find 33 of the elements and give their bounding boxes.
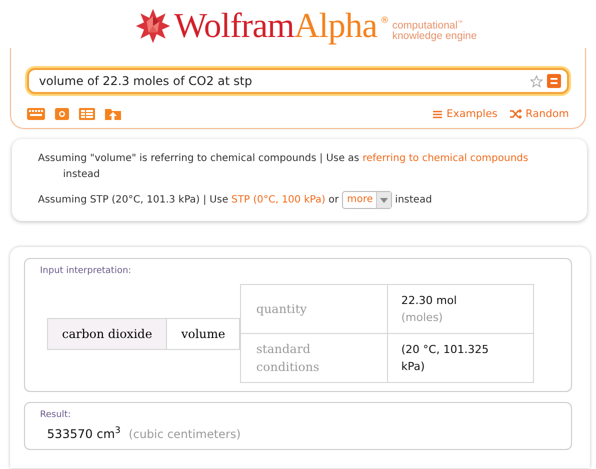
- shuffle-icon: [510, 109, 522, 119]
- nav-link[interactable]: Examples: [433, 108, 498, 120]
- table-icon[interactable]: [79, 108, 95, 120]
- tagline-text: computational$^{™}$: [392, 18, 463, 32]
- logo-wordmark: Alpha: [294, 6, 378, 45]
- pod-title: Input interpretation:: [39, 265, 132, 276]
- submit-icon[interactable]: [547, 74, 561, 88]
- keyboard-icon[interactable]: [27, 108, 45, 120]
- tagline-text: knowledge engine: [392, 31, 477, 42]
- unit-text: (cubic centimeters): [128, 427, 241, 441]
- assumption-link[interactable]: STP (0°C, 100 kPa): [231, 194, 326, 206]
- star-logo-icon: [135, 8, 172, 44]
- table-cell: quantity: [240, 284, 388, 334]
- registered-mark: ®: [380, 16, 390, 26]
- more-dropdown[interactable]: more: [342, 191, 392, 209]
- logo-wordmark: Wolfram: [174, 6, 294, 45]
- assumption-text: Assuming STP (20°C, 101.3 kPa) | Use STP (0°C, 100 kPa) or more instead: [38, 191, 567, 209]
- table-cell: volume: [167, 318, 240, 350]
- assumption-link[interactable]: referring to chemical compounds: [362, 153, 528, 164]
- assumption-text: Assuming "volume" is referring to chemical compounds | Use as referring to chemical compounds instead: [38, 152, 530, 182]
- star-icon[interactable]: [530, 74, 543, 88]
- camera-icon[interactable]: [55, 108, 69, 120]
- table-cell: carbon dioxide: [47, 318, 168, 350]
- pod-title: Result:: [39, 409, 72, 420]
- result-value: 533570 cm$^{3}$: [47, 427, 121, 441]
- table-cell: standard conditions: [240, 334, 388, 383]
- caret-icon: [380, 198, 388, 202]
- search-field[interactable]: volume of 22.3 moles of CO2 at stp: [27, 68, 569, 94]
- list-icon: [433, 110, 442, 118]
- upload-folder-icon[interactable]: [105, 107, 121, 121]
- table-cell: (20 °C, 101.325 kPa): [388, 334, 534, 383]
- nav-link[interactable]: Random: [510, 108, 569, 120]
- table-cell: 22.30 mol (moles): [388, 284, 534, 334]
